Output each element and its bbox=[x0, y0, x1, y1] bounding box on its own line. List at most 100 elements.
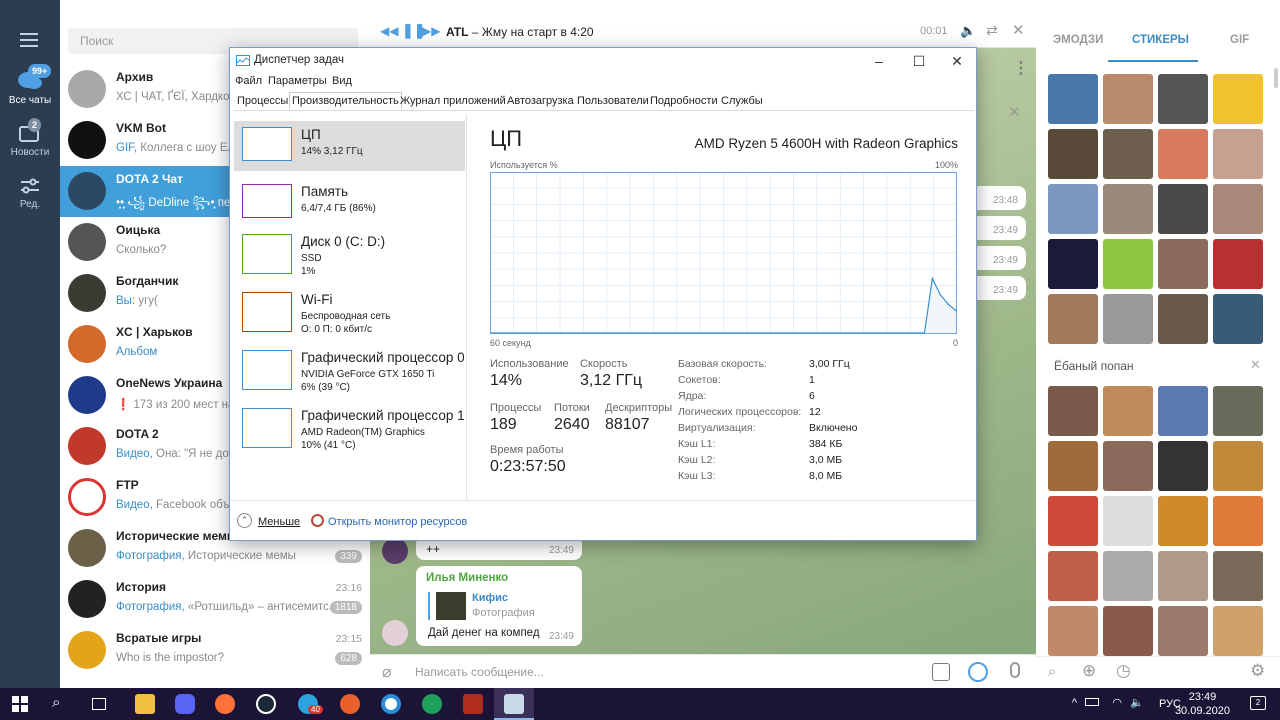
sticker[interactable] bbox=[1048, 129, 1098, 179]
resource-cpu[interactable]: ЦП 14% 3,12 ГГц bbox=[234, 121, 465, 171]
rail-edit[interactable]: Ред. bbox=[0, 176, 60, 210]
tab-startup[interactable]: Автозагрузка bbox=[505, 94, 576, 108]
sticker[interactable] bbox=[1048, 606, 1098, 656]
sticker[interactable] bbox=[1103, 386, 1153, 436]
chat-item[interactable]: История 23:16 Фотография, «Ротшильд» – а… bbox=[60, 574, 370, 625]
commands-icon[interactable] bbox=[932, 663, 950, 681]
close-icon[interactable]: ✕ bbox=[1250, 357, 1261, 373]
rail-all-chats[interactable]: 99+ Все чаты bbox=[0, 64, 60, 106]
sticker[interactable] bbox=[1048, 441, 1098, 491]
wifi-icon[interactable]: ◠ bbox=[1112, 696, 1122, 709]
menu-icon[interactable] bbox=[20, 33, 38, 47]
microphone-icon[interactable] bbox=[1010, 662, 1020, 678]
emoji-icon[interactable] bbox=[968, 662, 988, 682]
title-bar[interactable]: Диспетчер задач – ☐ ✕ bbox=[230, 48, 976, 74]
reply-name[interactable]: Кифис bbox=[472, 592, 508, 604]
resource-disk[interactable]: Диск 0 (C: D:) SSD 1% bbox=[234, 228, 465, 278]
sticker[interactable] bbox=[1048, 184, 1098, 234]
sticker[interactable] bbox=[1213, 551, 1263, 601]
sticker[interactable] bbox=[1103, 184, 1153, 234]
sticker[interactable] bbox=[1048, 551, 1098, 601]
sticker[interactable] bbox=[1213, 129, 1263, 179]
tab-emoji[interactable]: ЭМОДЗИ bbox=[1053, 34, 1103, 46]
sticker[interactable] bbox=[1158, 74, 1208, 124]
tab-details[interactable]: Подробности bbox=[648, 94, 720, 108]
minimize-button[interactable]: – bbox=[859, 48, 899, 74]
recent-icon[interactable]: ◷ bbox=[1116, 661, 1131, 681]
sticker[interactable] bbox=[1213, 606, 1263, 656]
maximize-button[interactable]: ☐ bbox=[899, 48, 939, 74]
repeat-icon[interactable]: ⇄ bbox=[986, 22, 998, 39]
file-explorer-icon[interactable] bbox=[135, 694, 155, 714]
sticker[interactable] bbox=[1103, 294, 1153, 344]
sticker[interactable] bbox=[1213, 386, 1263, 436]
close-icon[interactable]: ✕ bbox=[1012, 21, 1025, 39]
sticker[interactable] bbox=[1048, 74, 1098, 124]
discord-icon[interactable] bbox=[175, 694, 195, 714]
menu-view[interactable]: Вид bbox=[332, 75, 352, 87]
tab-stickers[interactable]: СТИКЕРЫ bbox=[1132, 34, 1189, 46]
sticker[interactable] bbox=[1213, 239, 1263, 289]
rail-news[interactable]: 2 Новости bbox=[0, 118, 60, 158]
sticker[interactable] bbox=[1103, 239, 1153, 289]
sticker[interactable] bbox=[1158, 129, 1208, 179]
sender-name[interactable]: Илья Миненко bbox=[426, 572, 572, 584]
menu-file[interactable]: Файл bbox=[235, 75, 262, 87]
sticker[interactable] bbox=[1158, 239, 1208, 289]
sticker[interactable] bbox=[1213, 294, 1263, 344]
sticker[interactable] bbox=[1213, 184, 1263, 234]
task-view-icon[interactable] bbox=[92, 698, 106, 710]
battery-icon[interactable] bbox=[1085, 698, 1099, 706]
tab-performance[interactable]: Производительность bbox=[289, 92, 402, 110]
sticker[interactable] bbox=[1103, 74, 1153, 124]
sticker[interactable] bbox=[1158, 551, 1208, 601]
prev-icon[interactable]: ◀◀ bbox=[380, 24, 398, 38]
avatar[interactable] bbox=[382, 538, 408, 564]
sticker[interactable] bbox=[1158, 441, 1208, 491]
search-icon[interactable]: ⌕ bbox=[52, 694, 60, 711]
tab-processes[interactable]: Процессы bbox=[235, 94, 290, 108]
close-button[interactable]: ✕ bbox=[937, 48, 977, 74]
sticker[interactable] bbox=[1048, 294, 1098, 344]
sticker[interactable] bbox=[1158, 606, 1208, 656]
sticker[interactable] bbox=[1158, 496, 1208, 546]
sticker[interactable] bbox=[1158, 294, 1208, 344]
tab-app-history[interactable]: Журнал приложений bbox=[398, 94, 508, 108]
search-icon[interactable]: ⌕ bbox=[1048, 663, 1056, 680]
tab-gif[interactable]: GIF bbox=[1230, 34, 1249, 46]
sticker[interactable] bbox=[1048, 386, 1098, 436]
resource-wifi[interactable]: Wi-Fi Беспроводная сеть О: 0 П: 0 кбит/с bbox=[234, 286, 465, 336]
app-icon[interactable] bbox=[381, 694, 401, 714]
chat-item[interactable]: Всратые игры 23:15 Who is the impostor? … bbox=[60, 625, 370, 676]
tab-users[interactable]: Пользователи bbox=[575, 94, 651, 108]
steam-icon[interactable] bbox=[256, 694, 276, 714]
firefox-icon[interactable] bbox=[215, 694, 235, 714]
sticker[interactable] bbox=[1103, 606, 1153, 656]
avatar[interactable] bbox=[382, 620, 408, 646]
sticker[interactable] bbox=[1158, 184, 1208, 234]
sticker[interactable] bbox=[1103, 551, 1153, 601]
sticker[interactable] bbox=[1213, 74, 1263, 124]
notification-icon[interactable]: 2 bbox=[1250, 696, 1266, 710]
resource-gpu-0[interactable]: Графический процессор 0 NVIDIA GeForce G… bbox=[234, 344, 465, 394]
chevron-up-icon[interactable]: ^ bbox=[1072, 697, 1077, 709]
sticker[interactable] bbox=[1048, 496, 1098, 546]
settings-icon[interactable]: ⚙ bbox=[1250, 661, 1265, 681]
windows-start-icon[interactable] bbox=[12, 696, 28, 712]
resource-monitor-link[interactable]: Открыть монитор ресурсов bbox=[328, 516, 467, 528]
fewer-details-button[interactable]: Меньше bbox=[258, 516, 300, 528]
message-input[interactable]: Написать сообщение... bbox=[415, 665, 544, 679]
brave-icon[interactable] bbox=[340, 694, 360, 714]
sticker[interactable] bbox=[1158, 386, 1208, 436]
add-icon[interactable]: ⊕ bbox=[1082, 661, 1096, 681]
menu-options[interactable]: Параметры bbox=[268, 75, 327, 87]
sticker[interactable] bbox=[1103, 441, 1153, 491]
close-icon[interactable]: ✕ bbox=[1008, 103, 1021, 121]
more-icon[interactable]: ⋮ bbox=[1013, 58, 1029, 78]
sticker[interactable] bbox=[1213, 441, 1263, 491]
sticker[interactable] bbox=[1048, 239, 1098, 289]
next-icon[interactable]: ▶▶ bbox=[422, 24, 440, 38]
volume-icon[interactable]: 🔈 bbox=[960, 23, 976, 39]
sticker[interactable] bbox=[1213, 496, 1263, 546]
sticker[interactable] bbox=[1103, 129, 1153, 179]
